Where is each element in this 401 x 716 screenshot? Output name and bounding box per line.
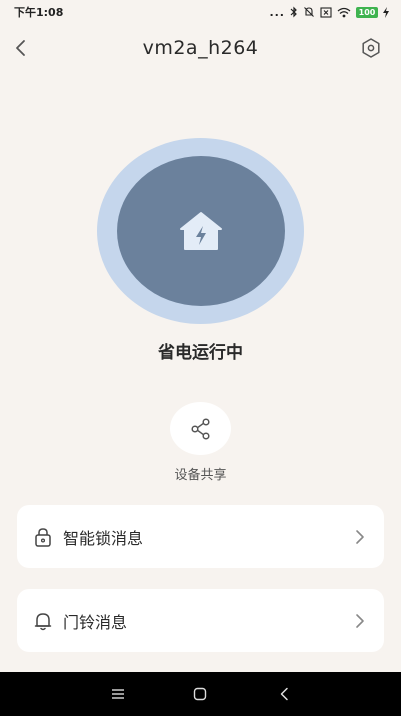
chevron-right-icon — [352, 611, 368, 631]
device-share-button[interactable] — [170, 402, 231, 455]
device-share-label: 设备共享 — [174, 468, 227, 483]
power-saving-house-icon — [180, 212, 222, 250]
nav-back-button[interactable] — [272, 682, 296, 706]
power-status-text: 省电运行中 — [158, 343, 243, 363]
sim-off-icon — [320, 6, 332, 18]
more-dots: ... — [269, 5, 285, 19]
chevron-right-icon — [352, 527, 368, 547]
gear-icon — [362, 38, 380, 58]
power-status-button[interactable] — [117, 156, 285, 306]
charging-icon — [383, 6, 389, 18]
back-arrow-icon — [280, 687, 288, 701]
system-nav-bar — [0, 672, 401, 716]
smart-lock-messages-label: 智能锁消息 — [63, 528, 144, 548]
mute-bell-icon — [303, 6, 315, 18]
nav-menu-button[interactable] — [106, 682, 130, 706]
battery-icon: 100 — [356, 6, 378, 18]
doorbell-messages-item[interactable]: 门铃消息 — [17, 589, 384, 652]
doorbell-messages-label: 门铃消息 — [63, 612, 128, 632]
bluetooth-icon — [290, 6, 298, 18]
wifi-icon — [337, 6, 351, 18]
menu-icon — [112, 689, 124, 699]
status-time: 下午1:08 — [14, 6, 64, 19]
nav-home-button[interactable] — [188, 682, 212, 706]
page-title: vm2a_h264 — [142, 37, 259, 59]
lock-icon — [33, 527, 53, 547]
smart-lock-messages-item[interactable]: 智能锁消息 — [17, 505, 384, 568]
status-icons: ... 100 — [269, 6, 389, 19]
settings-button[interactable] — [359, 36, 383, 60]
home-icon — [193, 687, 207, 701]
app-screen: 下午1:08 ... 100 vm2a_h264 省电运行中 设备共享 智能锁消… — [0, 0, 401, 716]
bell-icon — [33, 611, 53, 631]
status-bar: 下午1:08 ... 100 — [0, 0, 401, 24]
share-icon — [190, 417, 210, 440]
header: vm2a_h264 — [0, 28, 401, 68]
